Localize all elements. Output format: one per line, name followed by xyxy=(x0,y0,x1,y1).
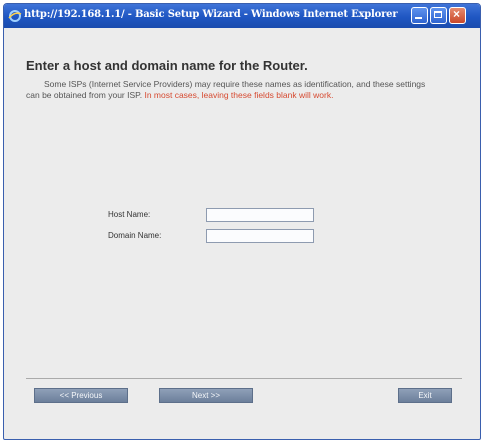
ie-logo-icon xyxy=(8,10,22,22)
domain-name-input[interactable] xyxy=(206,229,314,243)
close-button[interactable]: × xyxy=(449,7,466,24)
footer-divider xyxy=(26,378,462,379)
maximize-icon xyxy=(434,11,442,18)
domain-name-label: Domain Name: xyxy=(108,231,162,240)
close-icon: × xyxy=(453,7,461,21)
page-description: Some ISPs (Internet Service Providers) m… xyxy=(26,79,426,101)
description-note: In most cases, leaving these fields blan… xyxy=(144,90,334,100)
title-bar[interactable]: http://192.168.1.1/ - Basic Setup Wizard… xyxy=(4,4,480,28)
host-name-label: Host Name: xyxy=(108,210,151,219)
browser-window: http://192.168.1.1/ - Basic Setup Wizard… xyxy=(3,3,481,440)
page-heading: Enter a host and domain name for the Rou… xyxy=(26,58,308,73)
minimize-button[interactable] xyxy=(411,7,428,24)
minimize-icon xyxy=(415,17,422,19)
host-name-input[interactable] xyxy=(206,208,314,222)
window-title: http://192.168.1.1/ - Basic Setup Wizard… xyxy=(24,9,398,20)
previous-button[interactable]: << Previous xyxy=(34,388,128,403)
wizard-content: Enter a host and domain name for the Rou… xyxy=(12,34,472,374)
next-button[interactable]: Next >> xyxy=(159,388,253,403)
exit-button[interactable]: Exit xyxy=(398,388,452,403)
maximize-button[interactable] xyxy=(430,7,447,24)
